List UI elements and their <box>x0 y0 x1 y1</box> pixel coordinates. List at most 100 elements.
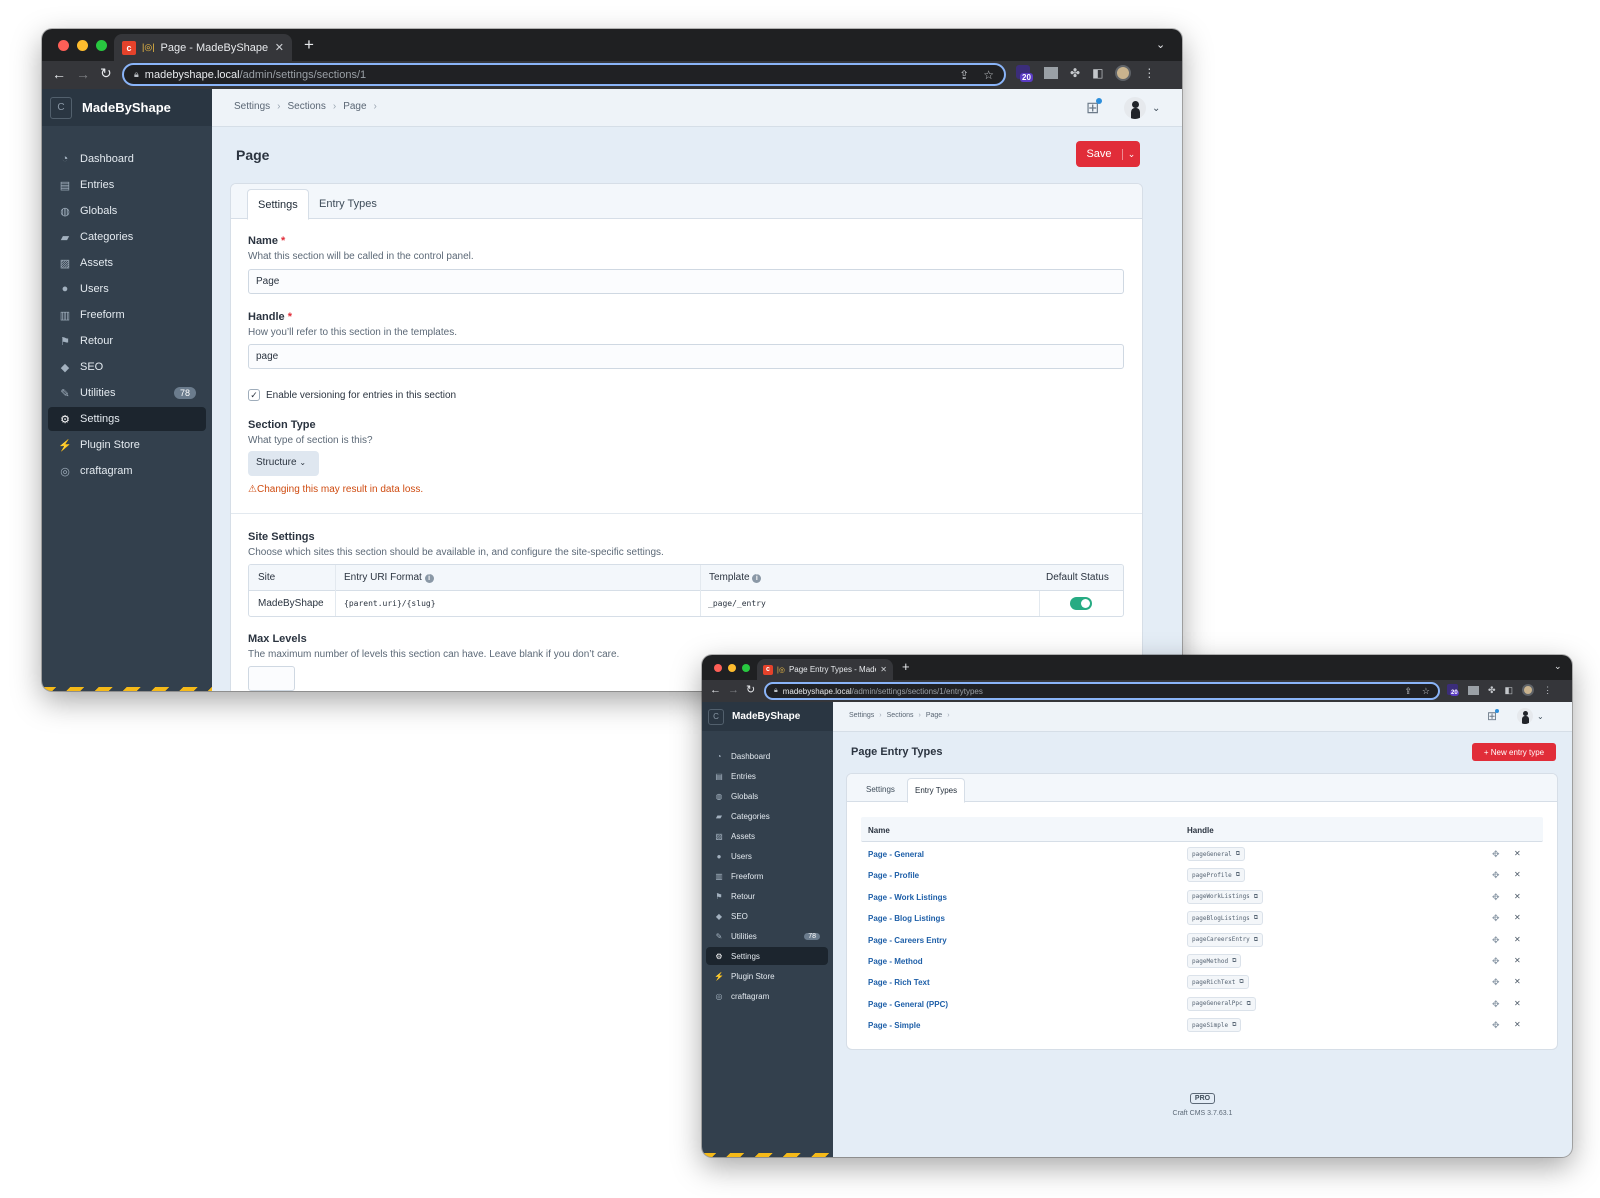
sidebar-toggle-icon[interactable]: ◧ <box>1092 66 1103 80</box>
move-icon[interactable]: ✥ <box>1492 870 1500 881</box>
delete-icon[interactable]: ✕ <box>1514 849 1521 858</box>
sidebar-item-retour[interactable]: ⚑ Retour <box>48 329 206 353</box>
sidebar-item-dashboard[interactable]: ◔ Dashboard <box>706 747 828 765</box>
copy-icon[interactable]: ⧉ <box>1236 871 1240 879</box>
entry-type-link[interactable]: Page - General (PPC) <box>868 1000 948 1009</box>
breadcrumb-settings[interactable]: Settings <box>234 101 270 112</box>
sidebar-item-users[interactable]: ● Users <box>48 277 206 301</box>
close-window-button[interactable] <box>714 664 722 672</box>
move-icon[interactable]: ✥ <box>1492 1020 1500 1031</box>
sidebar-item-freeform[interactable]: ▥ Freeform <box>48 303 206 327</box>
sidebar-item-seo[interactable]: ◆ SEO <box>48 355 206 379</box>
sidebar-item-settings[interactable]: ⚙ Settings <box>48 407 206 431</box>
sidebar-item-utilities[interactable]: ✎ Utilities 78 <box>48 381 206 405</box>
entry-type-link[interactable]: Page - Rich Text <box>868 978 930 987</box>
copy-icon[interactable]: ⧉ <box>1236 850 1240 858</box>
sidebar-item-dashboard[interactable]: ◔ Dashboard <box>48 147 206 171</box>
move-icon[interactable]: ✥ <box>1492 977 1500 988</box>
delete-icon[interactable]: ✕ <box>1514 870 1521 879</box>
browser-tab[interactable]: c |◎ Page Entry Types - Made ✕ <box>757 659 893 680</box>
entry-type-link[interactable]: Page - General <box>868 850 924 859</box>
versioning-checkbox[interactable]: ✓ <box>248 389 260 401</box>
sidebar-item-craftagram[interactable]: ◎ craftagram <box>48 459 206 483</box>
uri-format-input[interactable]: {parent.uri}/{slug} <box>344 599 436 608</box>
tab-settings[interactable]: Settings <box>247 189 309 220</box>
profile-avatar-icon[interactable] <box>1522 684 1535 696</box>
extension-image-icon[interactable] <box>1044 67 1058 79</box>
move-icon[interactable]: ✥ <box>1492 956 1500 967</box>
reload-icon[interactable]: ↻ <box>100 65 112 82</box>
save-menu-chevron-icon[interactable]: ⌄ <box>1122 148 1140 160</box>
gift-icon[interactable]: ⊞ <box>1487 709 1500 723</box>
new-tab-icon[interactable]: + <box>902 659 910 674</box>
copy-icon[interactable]: ⧉ <box>1254 914 1258 922</box>
delete-icon[interactable]: ✕ <box>1514 892 1521 901</box>
template-input[interactable]: _page/_entry <box>708 599 766 608</box>
copy-icon[interactable]: ⧉ <box>1254 893 1258 901</box>
entry-type-link[interactable]: Page - Careers Entry <box>868 936 947 945</box>
extension-purple-icon[interactable]: 20 <box>1447 684 1459 696</box>
sidebar-item-globals[interactable]: ◍ Globals <box>48 199 206 223</box>
tab-close-icon[interactable]: ✕ <box>880 665 887 674</box>
sidebar-item-retour[interactable]: ⚑ Retour <box>706 887 828 905</box>
info-icon[interactable]: i <box>752 574 762 583</box>
move-icon[interactable]: ✥ <box>1492 849 1500 860</box>
sidebar-item-entries[interactable]: ▤ Entries <box>706 767 828 785</box>
tab-entry-types[interactable]: Entry Types <box>309 189 387 220</box>
move-icon[interactable]: ✥ <box>1492 999 1500 1010</box>
info-icon[interactable]: i <box>424 574 434 583</box>
sidebar-item-globals[interactable]: ◍ Globals <box>706 787 828 805</box>
tab-search-chevron-icon[interactable]: ⌄ <box>1156 38 1165 51</box>
sidebar-item-plugin-store[interactable]: ⚡ Plugin Store <box>48 433 206 457</box>
copy-icon[interactable]: ⧉ <box>1247 1000 1251 1008</box>
tab-settings[interactable]: Settings <box>858 778 903 803</box>
copy-icon[interactable]: ⧉ <box>1232 957 1236 965</box>
share-icon[interactable]: ⇪ <box>1404 686 1412 697</box>
delete-icon[interactable]: ✕ <box>1514 999 1521 1008</box>
more-menu-icon[interactable]: ⋮ <box>1543 685 1552 696</box>
sidebar-item-users[interactable]: ● Users <box>706 847 828 865</box>
copy-icon[interactable]: ⧉ <box>1232 1021 1236 1029</box>
gift-icon[interactable]: ⊞ <box>1086 98 1103 118</box>
entry-type-link[interactable]: Page - Method <box>868 957 923 966</box>
sidebar-toggle-icon[interactable]: ◧ <box>1505 685 1514 696</box>
breadcrumb-sections[interactable]: Sections <box>287 101 325 112</box>
name-field[interactable]: Page <box>248 269 1124 294</box>
copy-icon[interactable]: ⧉ <box>1239 978 1243 986</box>
extension-purple-icon[interactable]: 20 <box>1016 65 1033 82</box>
bookmark-star-icon[interactable]: ☆ <box>983 68 994 82</box>
breadcrumb-page[interactable]: Page <box>926 712 942 719</box>
address-bar[interactable]: 🔒︎ madebyshape.local/admin/settings/sect… <box>122 63 1006 86</box>
section-type-select[interactable]: Structure ⌄ <box>248 451 319 476</box>
sidebar-item-utilities[interactable]: ✎ Utilities 78 <box>706 927 828 945</box>
move-icon[interactable]: ✥ <box>1492 935 1500 946</box>
puzzle-icon[interactable]: ✤ <box>1488 685 1496 696</box>
copy-icon[interactable]: ⧉ <box>1254 936 1258 944</box>
entry-type-link[interactable]: Page - Blog Listings <box>868 914 945 923</box>
delete-icon[interactable]: ✕ <box>1514 935 1521 944</box>
more-menu-icon[interactable]: ⋮ <box>1143 66 1155 80</box>
maximize-window-button[interactable] <box>742 664 750 672</box>
bookmark-star-icon[interactable]: ☆ <box>1422 686 1430 697</box>
close-window-button[interactable] <box>58 40 69 51</box>
entry-type-link[interactable]: Page - Profile <box>868 871 919 880</box>
site-brand[interactable]: C MadeByShape <box>42 89 212 126</box>
tab-close-icon[interactable]: ✕ <box>275 41 284 54</box>
move-icon[interactable]: ✥ <box>1492 892 1500 903</box>
back-icon[interactable]: ← <box>710 684 721 696</box>
address-bar[interactable]: 🔒︎ madebyshape.local/admin/settings/sect… <box>764 682 1440 700</box>
save-button[interactable]: Save <box>1076 148 1122 160</box>
breadcrumb-page[interactable]: Page <box>343 101 366 112</box>
forward-icon[interactable]: → <box>728 684 739 696</box>
sidebar-item-categories[interactable]: ▰ Categories <box>706 807 828 825</box>
delete-icon[interactable]: ✕ <box>1514 913 1521 922</box>
back-icon[interactable]: ← <box>52 66 66 82</box>
puzzle-icon[interactable]: ✤ <box>1070 66 1080 80</box>
extension-image-icon[interactable] <box>1468 685 1479 695</box>
sidebar-item-assets[interactable]: ▨ Assets <box>706 827 828 845</box>
minimize-window-button[interactable] <box>77 40 88 51</box>
default-status-toggle[interactable] <box>1070 597 1092 610</box>
delete-icon[interactable]: ✕ <box>1514 956 1521 965</box>
delete-icon[interactable]: ✕ <box>1514 1020 1521 1029</box>
new-entry-type-button[interactable]: + New entry type <box>1472 743 1556 761</box>
